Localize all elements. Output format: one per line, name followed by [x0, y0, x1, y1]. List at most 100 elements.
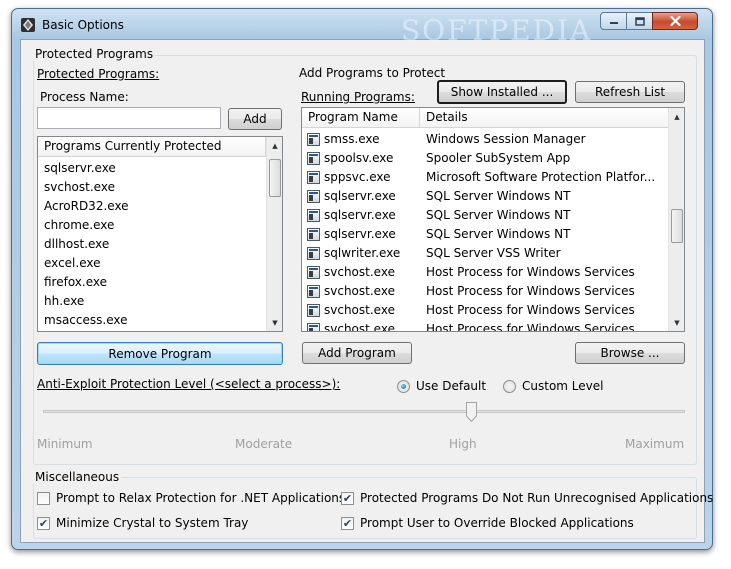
program-name-cell: sppsvc.exe	[324, 170, 391, 184]
scroll-up-arrow-icon[interactable]: ▲	[669, 108, 684, 125]
protection-level-slider[interactable]	[41, 398, 687, 426]
protected-list-item[interactable]: excel.exe	[44, 254, 100, 273]
protected-list-item[interactable]: sqlservr.exe	[44, 159, 116, 178]
protected-list-header[interactable]: Programs Currently Protected	[38, 137, 266, 157]
program-name-cell: sqlservr.exe	[324, 208, 396, 222]
column-header-details[interactable]: Details	[420, 108, 668, 128]
program-name-cell: sqlwriter.exe	[324, 246, 401, 260]
close-button[interactable]	[652, 12, 698, 30]
custom-level-label[interactable]: Custom Level	[522, 379, 603, 393]
misc-option-label[interactable]: Protected Programs Do Not Run Unrecognis…	[360, 491, 713, 505]
program-name-cell: svchost.exe	[324, 322, 395, 332]
misc-option-checkbox[interactable]: ✔	[37, 517, 50, 530]
scroll-down-arrow-icon[interactable]: ▼	[669, 314, 684, 331]
refresh-list-button[interactable]: Refresh List	[575, 81, 685, 103]
protected-list-scrollbar[interactable]: ▲ ▼	[266, 137, 282, 331]
use-default-radio[interactable]	[397, 380, 410, 393]
running-program-row[interactable]: sqlservr.exe SQL Server Windows NT	[302, 187, 668, 206]
executable-icon	[307, 304, 320, 317]
process-name-label: Process Name:	[40, 90, 129, 104]
executable-icon	[307, 133, 320, 146]
running-program-row[interactable]: spoolsv.exe Spooler SubSystem App	[302, 149, 668, 168]
executable-icon	[307, 209, 320, 222]
close-icon	[669, 16, 681, 26]
protected-list-item[interactable]: dllhost.exe	[44, 235, 109, 254]
show-installed-button[interactable]: Show Installed ...	[437, 80, 567, 104]
dialog-client-area: Protected Programs Protected Programs: P…	[20, 14, 713, 543]
remove-program-button[interactable]: Remove Program	[37, 342, 283, 365]
misc-option-label[interactable]: Prompt to Relax Protection for .NET Appl…	[56, 491, 345, 505]
running-program-row[interactable]: svchost.exe Host Process for Windows Serv…	[302, 320, 668, 332]
protected-list-item[interactable]: AcroRD32.exe	[44, 197, 129, 216]
maximize-button[interactable]	[626, 12, 653, 30]
misc-option-label[interactable]: Prompt User to Override Blocked Applicat…	[360, 516, 634, 530]
level-label-minimum: Minimum	[37, 437, 93, 451]
program-details-cell: Windows Session Manager	[426, 132, 586, 146]
scroll-thumb[interactable]	[269, 159, 281, 197]
protected-list-item[interactable]: chrome.exe	[44, 216, 114, 235]
executable-icon	[307, 323, 320, 331]
running-list-scrollbar[interactable]: ▲ ▼	[668, 108, 684, 331]
minimize-button[interactable]	[600, 12, 627, 30]
level-label-moderate: Moderate	[235, 437, 293, 451]
program-details-cell: SQL Server Windows NT	[426, 189, 571, 203]
protected-list-item[interactable]: svchost.exe	[44, 178, 115, 197]
custom-level-radio[interactable]	[503, 380, 516, 393]
add-program-button[interactable]: Add Program	[302, 342, 412, 364]
scroll-up-arrow-icon[interactable]: ▲	[267, 137, 282, 154]
protection-level-label: Anti-Exploit Protection Level (<select a…	[37, 377, 341, 391]
program-name-cell: svchost.exe	[324, 284, 395, 298]
minimize-icon	[609, 22, 618, 24]
running-program-row[interactable]: sqlservr.exe SQL Server Windows NT	[302, 225, 668, 244]
slider-track	[43, 410, 685, 413]
running-program-row[interactable]: sqlservr.exe SQL Server Windows NT	[302, 206, 668, 225]
running-program-row[interactable]: smss.exe Windows Session Manager	[302, 130, 668, 149]
slider-thumb-icon[interactable]	[466, 402, 477, 422]
protected-list-item[interactable]: firefox.exe	[44, 273, 107, 292]
protected-programs-list[interactable]: Programs Currently Protected sqlservr.ex…	[37, 136, 283, 332]
scroll-thumb[interactable]	[671, 209, 683, 243]
program-details-cell: SQL Server VSS Writer	[426, 246, 561, 260]
running-programs-label: Running Programs:	[301, 90, 415, 104]
title-bar[interactable]: Basic Options	[12, 9, 712, 39]
running-program-row[interactable]: sqlwriter.exe SQL Server VSS Writer	[302, 244, 668, 263]
misc-option-label[interactable]: Minimize Crystal to System Tray	[56, 516, 248, 530]
window-title: Basic Options	[42, 18, 124, 32]
use-default-label[interactable]: Use Default	[416, 379, 486, 393]
program-details-cell: Host Process for Windows Services	[426, 322, 635, 332]
program-name-cell: svchost.exe	[324, 265, 395, 279]
misc-option-checkbox[interactable]: ✔	[341, 492, 354, 505]
misc-option-checkbox[interactable]	[37, 492, 50, 505]
column-header-program-name[interactable]: Program Name	[302, 108, 420, 128]
executable-icon	[307, 171, 320, 184]
program-details-cell: Host Process for Windows Services	[426, 265, 635, 279]
program-details-cell: Spooler SubSystem App	[426, 151, 571, 165]
executable-icon	[307, 285, 320, 298]
basic-options-window: Basic Options Protected Programs Protect…	[11, 8, 713, 550]
radio-selected-dot	[401, 384, 406, 389]
running-program-row[interactable]: svchost.exe Host Process for Windows Serv…	[302, 301, 668, 320]
program-details-cell: Microsoft Software Protection Platfor...	[426, 170, 656, 184]
program-details-cell: Host Process for Windows Services	[426, 284, 635, 298]
add-process-button[interactable]: Add	[228, 108, 282, 130]
process-name-input[interactable]	[37, 107, 221, 129]
executable-icon	[307, 190, 320, 203]
level-label-high: High	[449, 437, 477, 451]
running-programs-list[interactable]: Program Name Details smss.exe Windows Ses…	[301, 107, 685, 332]
maximize-icon	[634, 16, 645, 26]
running-program-row[interactable]: svchost.exe Host Process for Windows Serv…	[302, 263, 668, 282]
running-program-row[interactable]: svchost.exe Host Process for Windows Serv…	[302, 282, 668, 301]
executable-icon	[307, 152, 320, 165]
program-details-cell: SQL Server Windows NT	[426, 227, 571, 241]
program-name-cell: spoolsv.exe	[324, 151, 394, 165]
crystal-app-icon	[21, 18, 35, 32]
misc-option-checkbox[interactable]: ✔	[341, 517, 354, 530]
running-program-row[interactable]: sppsvc.exe Microsoft Software Protection …	[302, 168, 668, 187]
program-name-cell: smss.exe	[324, 132, 380, 146]
browse-button[interactable]: Browse ...	[575, 342, 685, 364]
program-details-cell: SQL Server Windows NT	[426, 208, 571, 222]
protected-list-item[interactable]: msaccess.exe	[44, 311, 127, 330]
scroll-down-arrow-icon[interactable]: ▼	[267, 314, 282, 331]
protected-list-item[interactable]: hh.exe	[44, 292, 84, 311]
executable-icon	[307, 247, 320, 260]
